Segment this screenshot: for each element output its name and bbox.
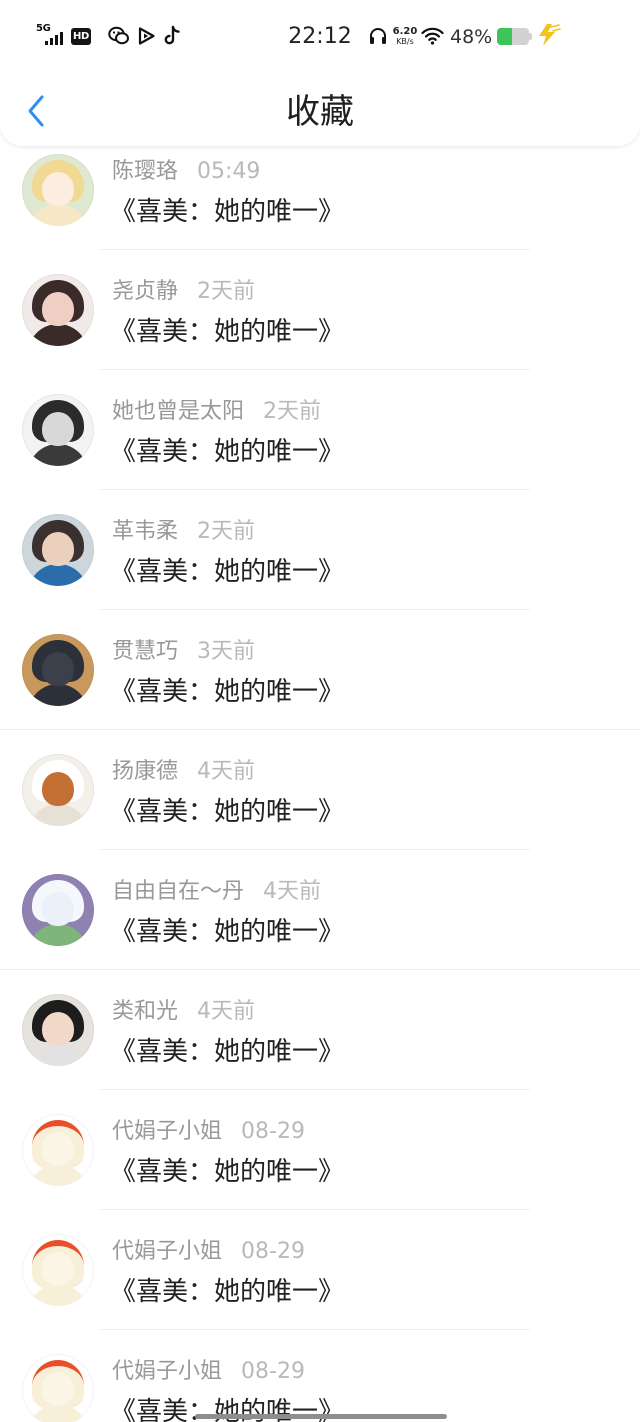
timestamp: 4天前 xyxy=(263,879,322,904)
timestamp: 4天前 xyxy=(197,999,256,1024)
avatar[interactable] xyxy=(22,994,94,1066)
favorite-title: 《喜美：她的唯一》 xyxy=(110,797,345,827)
clock-time: 22:12 xyxy=(288,24,352,49)
timestamp: 05:49 xyxy=(197,159,261,184)
item-meta: 她也曾是太阳 2天前 xyxy=(112,400,321,424)
battery-level-fill xyxy=(497,28,513,45)
favorite-title: 《喜美：她的唯一》 xyxy=(110,677,345,707)
author-name: 代娟子小姐 xyxy=(112,1359,223,1384)
avatar[interactable] xyxy=(22,754,94,826)
wechat-icon xyxy=(108,26,129,45)
avatar[interactable] xyxy=(22,1234,94,1306)
favorite-title: 《喜美：她的唯一》 xyxy=(110,557,345,587)
home-indicator[interactable] xyxy=(195,1414,447,1419)
favorite-item[interactable]: 革韦柔 2天前 《喜美：她的唯一》 xyxy=(0,490,640,610)
hd-badge: HD xyxy=(71,28,91,45)
favorite-title: 《喜美：她的唯一》 xyxy=(110,317,345,347)
item-meta: 尧贞静 2天前 xyxy=(112,280,255,304)
favorite-title: 《喜美：她的唯一》 xyxy=(110,917,345,947)
author-name: 扬康德 xyxy=(112,759,179,784)
item-meta: 代娟子小姐 08-29 xyxy=(112,1240,305,1264)
author-name: 贯慧巧 xyxy=(112,639,179,664)
author-name: 类和光 xyxy=(112,999,179,1024)
timestamp: 08-29 xyxy=(241,1239,305,1264)
author-name: 代娟子小姐 xyxy=(112,1239,223,1264)
signal-strength-icon xyxy=(45,32,63,45)
item-meta: 革韦柔 2天前 xyxy=(112,520,255,544)
page-title: 收藏 xyxy=(286,92,354,132)
item-meta: 陈璎珞 05:49 xyxy=(112,160,260,184)
tiktok-icon xyxy=(164,25,180,45)
charging-bolt-icon xyxy=(539,24,561,46)
favorite-item[interactable]: 代娟子小姐 08-29 《喜美：她的唯一》 xyxy=(0,1210,640,1330)
author-name: 陈璎珞 xyxy=(112,159,179,184)
network-speed: 6.20 KB/s xyxy=(392,26,418,46)
favorites-list[interactable]: 陈璎珞 05:49 《喜美：她的唯一》 尧贞静 2天前 《喜美：她的唯一》 她也曾是… xyxy=(0,130,640,1422)
item-meta: 代娟子小姐 08-29 xyxy=(112,1360,305,1384)
timestamp: 4天前 xyxy=(197,759,256,784)
favorite-title: 《喜美：她的唯一》 xyxy=(110,1037,345,1067)
favorite-item[interactable]: 陈璎珞 05:49 《喜美：她的唯一》 xyxy=(0,130,640,250)
timestamp: 3天前 xyxy=(197,639,256,664)
author-name: 尧贞静 xyxy=(112,279,179,304)
wifi-icon xyxy=(421,27,444,45)
avatar[interactable] xyxy=(22,874,94,946)
battery-terminal xyxy=(529,33,532,40)
author-name: 她也曾是太阳 xyxy=(112,399,245,424)
author-name: 代娟子小姐 xyxy=(112,1119,223,1144)
favorite-title: 《喜美：她的唯一》 xyxy=(110,197,345,227)
chevron-left-icon xyxy=(28,95,44,127)
avatar[interactable] xyxy=(22,1354,94,1422)
favorite-item[interactable]: 尧贞静 2天前 《喜美：她的唯一》 xyxy=(0,250,640,370)
favorite-item[interactable]: 她也曾是太阳 2天前 《喜美：她的唯一》 xyxy=(0,370,640,490)
avatar[interactable] xyxy=(22,394,94,466)
favorite-title: 《喜美：她的唯一》 xyxy=(110,1277,345,1307)
favorite-item[interactable]: 自由自在～丹 4天前 《喜美：她的唯一》 xyxy=(0,850,640,970)
timestamp: 2天前 xyxy=(197,279,256,304)
avatar[interactable] xyxy=(22,1114,94,1186)
timestamp: 08-29 xyxy=(241,1119,305,1144)
item-meta: 类和光 4天前 xyxy=(112,1000,255,1024)
video-play-icon xyxy=(138,27,155,45)
item-meta: 扬康德 4天前 xyxy=(112,760,255,784)
header: 5G HD 22:12 6.20 KB/s 48% 收藏 xyxy=(0,0,640,146)
author-name: 自由自在～丹 xyxy=(112,879,245,904)
avatar[interactable] xyxy=(22,274,94,346)
favorite-title: 《喜美：她的唯一》 xyxy=(110,437,345,467)
item-meta: 代娟子小姐 08-29 xyxy=(112,1120,305,1144)
favorite-item[interactable]: 代娟子小姐 08-29 《喜美：她的唯一》 xyxy=(0,1090,640,1210)
avatar[interactable] xyxy=(22,634,94,706)
timestamp: 2天前 xyxy=(263,399,322,424)
network-speed-value: 6.20 xyxy=(392,26,418,37)
avatar[interactable] xyxy=(22,514,94,586)
item-meta: 贯慧巧 3天前 xyxy=(112,640,255,664)
timestamp: 08-29 xyxy=(241,1359,305,1384)
favorite-item[interactable]: 代娟子小姐 08-29 《喜美：她的唯一》 xyxy=(0,1330,640,1422)
favorite-item[interactable]: 贯慧巧 3天前 《喜美：她的唯一》 xyxy=(0,610,640,730)
favorite-item[interactable]: 扬康德 4天前 《喜美：她的唯一》 xyxy=(0,730,640,850)
timestamp: 2天前 xyxy=(197,519,256,544)
author-name: 革韦柔 xyxy=(112,519,179,544)
headphone-icon xyxy=(370,28,386,44)
battery-percent: 48% xyxy=(450,26,493,48)
battery-icon xyxy=(497,28,529,45)
favorite-item[interactable]: 类和光 4天前 《喜美：她的唯一》 xyxy=(0,970,640,1090)
back-button[interactable] xyxy=(18,88,54,134)
network-speed-unit: KB/s xyxy=(396,37,414,46)
favorite-title: 《喜美：她的唯一》 xyxy=(110,1157,345,1187)
avatar[interactable] xyxy=(22,154,94,226)
item-meta: 自由自在～丹 4天前 xyxy=(112,880,321,904)
